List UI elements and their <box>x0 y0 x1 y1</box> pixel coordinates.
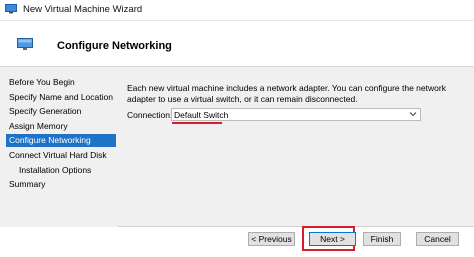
nav-step-summary[interactable]: Summary <box>6 178 116 191</box>
finish-button[interactable]: Finish <box>363 232 401 246</box>
nav-step-before-you-begin[interactable]: Before You Begin <box>6 76 116 89</box>
monitor-icon <box>17 38 33 51</box>
window-title: New Virtual Machine Wizard <box>23 4 143 15</box>
previous-button[interactable]: < Previous <box>248 232 295 246</box>
connection-row: Connection: Default Switch <box>127 108 427 122</box>
nav-step-assign-memory[interactable]: Assign Memory <box>6 120 116 133</box>
nav-step-connect-vhd[interactable]: Connect Virtual Hard Disk <box>6 149 116 162</box>
wizard-header: Configure Networking <box>0 21 474 65</box>
connection-label: Connection: <box>127 110 173 120</box>
networking-description: Each new virtual machine includes a netw… <box>127 83 446 104</box>
connection-value: Default Switch <box>174 110 229 120</box>
vm-icon <box>5 4 17 14</box>
title-bar: New Virtual Machine Wizard <box>0 0 474 21</box>
annotation-underline <box>172 122 222 124</box>
connection-dropdown[interactable]: Default Switch <box>171 108 421 121</box>
nav-step-installation-options[interactable]: Installation Options <box>6 164 116 177</box>
nav-step-specify-name[interactable]: Specify Name and Location <box>6 91 116 104</box>
cancel-button[interactable]: Cancel <box>416 232 459 246</box>
nav-step-specify-generation[interactable]: Specify Generation <box>6 105 116 118</box>
networking-panel: Each new virtual machine includes a netw… <box>127 83 462 105</box>
page-title: Configure Networking <box>57 40 172 52</box>
chevron-down-icon[interactable] <box>409 110 417 120</box>
nav-step-configure-networking[interactable]: Configure Networking <box>6 134 116 148</box>
next-button[interactable]: Next > <box>309 232 356 246</box>
wizard-steps-nav: Before You Begin Specify Name and Locati… <box>6 76 116 193</box>
footer-divider <box>118 226 474 227</box>
